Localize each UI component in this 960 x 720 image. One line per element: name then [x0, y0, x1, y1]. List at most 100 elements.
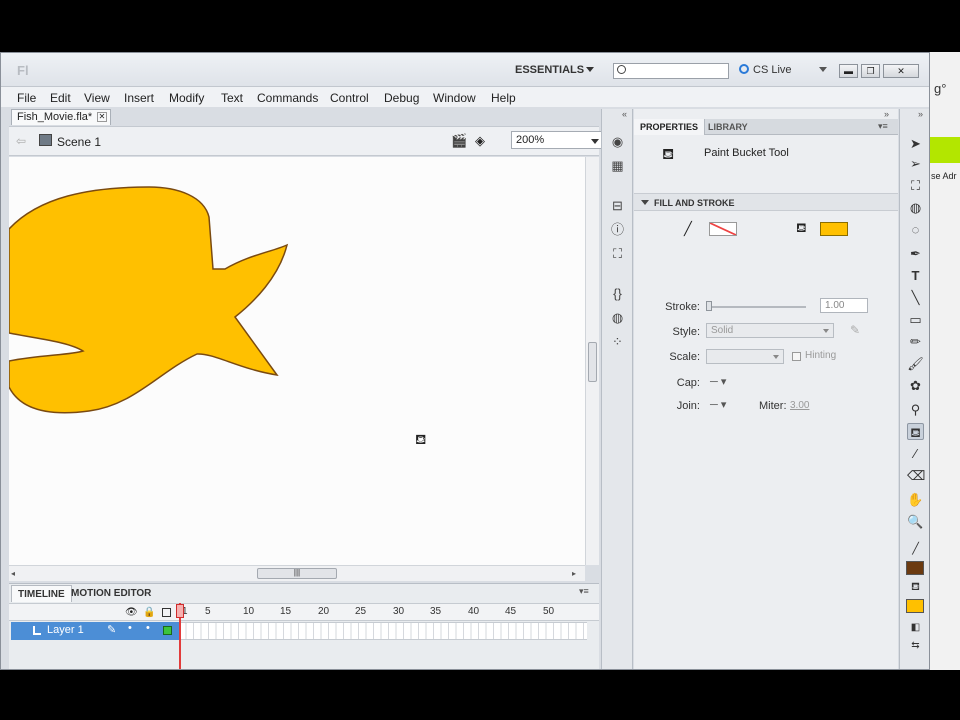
paint-bucket-icon[interactable]: ⛾: [907, 423, 924, 440]
zoom-select[interactable]: 200%: [511, 131, 604, 149]
eraser-icon[interactable]: ⌫: [907, 467, 925, 484]
help-search-input[interactable]: [613, 63, 729, 79]
rectangle-icon[interactable]: ▭: [907, 311, 924, 328]
outline-icon[interactable]: [162, 608, 171, 617]
layer-row[interactable]: Layer 1 ✎ • •: [9, 622, 599, 640]
menu-commands[interactable]: Commands: [257, 91, 318, 105]
stage[interactable]: ⛾: [9, 157, 585, 565]
align-icon[interactable]: ⊟: [609, 197, 626, 214]
edit-symbols-icon[interactable]: ◈: [475, 133, 485, 149]
collapse-icon[interactable]: «: [622, 109, 627, 119]
join-select[interactable]: ─ ▾: [710, 398, 726, 411]
menu-help[interactable]: Help: [491, 91, 516, 105]
lock-icon[interactable]: 🔒: [143, 607, 155, 618]
menu-debug[interactable]: Debug: [384, 91, 419, 105]
frame-cells[interactable]: [179, 622, 587, 640]
chevron-down-icon[interactable]: [819, 67, 827, 72]
deco-icon[interactable]: ✿: [907, 377, 924, 394]
edit-stroke-style-icon[interactable]: ✎: [850, 323, 860, 337]
miter-value[interactable]: 3.00: [790, 400, 809, 411]
pen-icon[interactable]: ✒: [907, 245, 924, 262]
stroke-slider-track[interactable]: [706, 306, 806, 308]
menu-control[interactable]: Control: [330, 91, 369, 105]
zoom-icon[interactable]: 🔍: [907, 513, 924, 530]
menu-modify[interactable]: Modify: [169, 91, 204, 105]
document-tab[interactable]: Fish_Movie.fla* ✕: [11, 109, 111, 125]
line-icon[interactable]: ╲: [907, 289, 924, 306]
tab-timeline[interactable]: TIMELINE: [11, 585, 72, 602]
stroke-width-field[interactable]: 1.00: [820, 298, 868, 313]
panel-menu-icon[interactable]: ▾≡: [878, 121, 888, 132]
visibility-dot[interactable]: •: [128, 622, 132, 634]
3d-rotation-icon[interactable]: ◍: [907, 199, 924, 216]
swap-colors-icon[interactable]: ⇆: [907, 637, 924, 654]
lock-dot[interactable]: •: [146, 622, 150, 634]
close-icon[interactable]: ✕: [97, 112, 107, 122]
back-arrow-icon[interactable]: ⇦: [16, 134, 26, 148]
scroll-left-icon[interactable]: ◂: [11, 569, 15, 578]
transform-icon[interactable]: ⛶: [609, 245, 626, 262]
pencil-icon[interactable]: ✏: [907, 333, 924, 350]
scroll-right-icon[interactable]: ▸: [572, 569, 576, 578]
workspace-switcher[interactable]: ESSENTIALS: [515, 64, 584, 76]
stroke-color-swatch[interactable]: [906, 561, 924, 575]
cs-live-icon: [739, 64, 749, 74]
stroke-color-swatch[interactable]: [709, 222, 737, 236]
close-button[interactable]: ✕: [883, 64, 919, 78]
tab-properties[interactable]: PROPERTIES: [634, 119, 706, 135]
cap-select[interactable]: ─ ▾: [710, 375, 726, 388]
menu-edit[interactable]: Edit: [50, 91, 71, 105]
horizontal-scrollbar[interactable]: ◂ ||| ▸: [9, 565, 585, 581]
style-select[interactable]: Solid: [706, 323, 834, 338]
eye-icon[interactable]: 👁: [125, 607, 138, 618]
layer-outline-color[interactable]: [163, 626, 172, 635]
color-panel-icon[interactable]: ◉: [609, 133, 626, 150]
playhead-handle[interactable]: [176, 604, 184, 618]
edit-scene-icon[interactable]: 🎬: [451, 133, 467, 149]
hand-icon[interactable]: ✋: [907, 491, 924, 508]
bone-icon[interactable]: ⚲: [907, 401, 924, 418]
document-tab-label: Fish_Movie.fla*: [17, 111, 93, 123]
collapse-icon[interactable]: »: [918, 109, 923, 119]
menu-window[interactable]: Window: [433, 91, 476, 105]
subselection-icon[interactable]: ➢: [907, 155, 924, 172]
info-icon[interactable]: ⓘ: [609, 221, 626, 238]
hinting-checkbox[interactable]: [792, 352, 801, 361]
scroll-thumb[interactable]: |||: [257, 568, 337, 579]
menu-file[interactable]: File: [17, 91, 36, 105]
swatches-icon[interactable]: ▦: [609, 157, 626, 174]
frame-number: 30: [393, 606, 405, 617]
motion-presets-icon[interactable]: ⁘: [609, 333, 626, 350]
fill-color-swatch[interactable]: [906, 599, 924, 613]
minimize-button[interactable]: ▬: [839, 64, 858, 78]
brush-icon[interactable]: 🖌: [907, 355, 924, 372]
black-white-icon[interactable]: ◧: [907, 619, 924, 636]
frame-ruler[interactable]: 👁 🔒 1 5 10 15 20 25 30 35 40 45 50: [9, 603, 599, 621]
selection-icon[interactable]: ➤: [907, 135, 924, 152]
restore-button[interactable]: ❐: [861, 64, 880, 78]
cs-live-button[interactable]: CS Live: [739, 64, 792, 76]
chevron-down-icon[interactable]: [586, 67, 594, 72]
scale-select[interactable]: [706, 349, 784, 364]
eyedropper-icon[interactable]: ⁄: [907, 445, 924, 462]
fill-color-swatch[interactable]: [820, 222, 848, 236]
text-icon[interactable]: T: [907, 267, 924, 284]
free-transform-icon[interactable]: ⛶: [907, 177, 924, 194]
layer-name-cell[interactable]: Layer 1 ✎ • •: [11, 622, 179, 640]
fill-color-icon: ⛾: [911, 581, 920, 593]
fish-shape[interactable]: [9, 157, 585, 565]
menu-insert[interactable]: Insert: [124, 91, 154, 105]
fill-and-stroke-header[interactable]: FILL AND STROKE: [634, 193, 898, 211]
menu-view[interactable]: View: [84, 91, 110, 105]
menu-text[interactable]: Text: [221, 91, 243, 105]
code-snippets-icon[interactable]: {}: [609, 285, 626, 302]
stroke-slider-knob[interactable]: [706, 301, 712, 311]
components-icon[interactable]: ◍: [609, 309, 626, 326]
tab-library[interactable]: LIBRARY: [702, 119, 754, 135]
tab-motion-editor[interactable]: MOTION EDITOR: [65, 585, 157, 602]
expand-icon[interactable]: »: [884, 109, 889, 119]
lasso-icon[interactable]: ◌: [907, 221, 924, 238]
panel-menu-icon[interactable]: ▾≡: [579, 586, 589, 597]
scroll-thumb[interactable]: [588, 342, 597, 382]
vertical-scrollbar[interactable]: [585, 157, 599, 565]
